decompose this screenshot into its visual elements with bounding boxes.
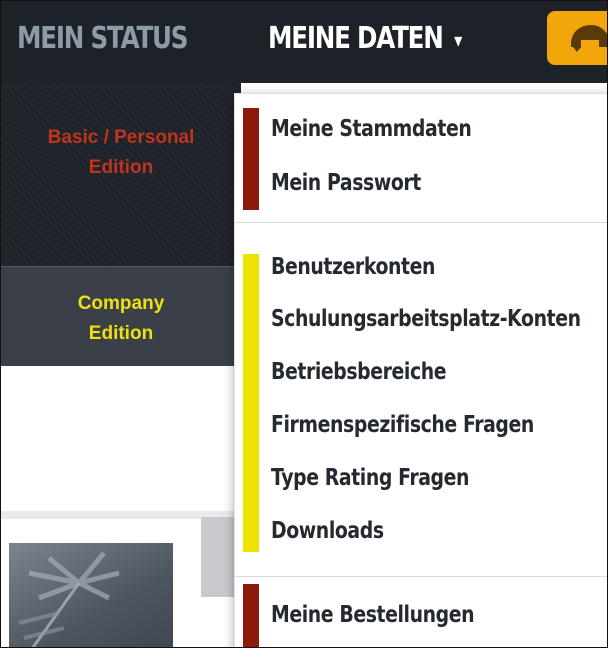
group-marker-red <box>243 584 259 647</box>
chevron-down-icon: ▾ <box>454 27 462 52</box>
group-marker-yellow <box>243 254 259 552</box>
menu-item-benutzerkonten[interactable]: Benutzerkonten <box>271 254 435 280</box>
thumbnail-image <box>9 543 173 647</box>
app-frame: MEIN STATUS MEINE DATEN ▾ Basic / Persona… <box>0 0 608 648</box>
nav-meine-daten[interactable]: MEINE DATEN ▾ <box>268 21 462 56</box>
menu-item-meine-bestellungen[interactable]: Meine Bestellungen <box>271 602 475 628</box>
menu-item-mein-passwort[interactable]: Mein Passwort <box>271 170 421 196</box>
basic-edition-label[interactable]: Basic / Personal Edition <box>1 123 241 183</box>
group-marker-red <box>243 108 259 210</box>
nav-mein-status[interactable]: MEIN STATUS <box>17 21 188 56</box>
top-navigation-bar: MEIN STATUS MEINE DATEN ▾ <box>1 1 607 83</box>
nav-meine-daten-label: MEINE DATEN <box>268 21 444 56</box>
menu-item-meine-stammdaten[interactable]: Meine Stammdaten <box>271 116 472 142</box>
dropdown-divider <box>235 576 607 577</box>
menu-item-betriebsbereiche[interactable]: Betriebsbereiche <box>271 359 447 385</box>
menu-item-downloads[interactable]: Downloads <box>271 518 384 544</box>
palm-leaf-graphic <box>18 551 120 647</box>
pilot-helmet-icon <box>571 25 607 52</box>
menu-item-firmenspezifische-fragen[interactable]: Firmenspezifische Fragen <box>271 412 534 438</box>
meine-daten-dropdown: Meine Stammdaten Mein Passwort Benutzerk… <box>234 93 607 647</box>
company-edition-label[interactable]: Company Edition <box>1 289 241 349</box>
menu-item-type-rating-fragen[interactable]: Type Rating Fragen <box>271 465 469 491</box>
profile-button[interactable] <box>547 11 607 65</box>
menu-item-schulungsarbeitsplatz-konten[interactable]: Schulungsarbeitsplatz-Konten <box>271 306 581 332</box>
dropdown-divider <box>235 222 607 223</box>
